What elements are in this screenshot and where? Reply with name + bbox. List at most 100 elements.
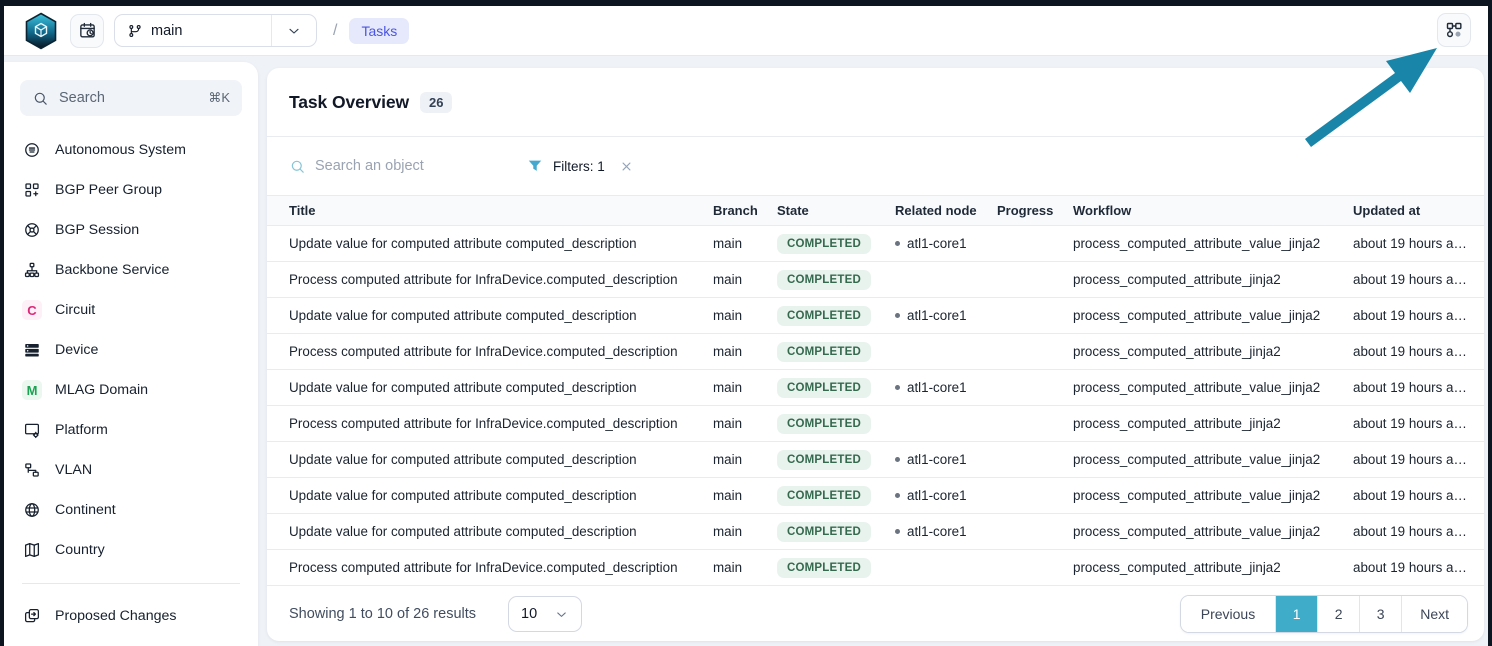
sidebar-item[interactable]: Proposed Changes: [4, 596, 258, 636]
column-header[interactable]: Workflow: [1073, 203, 1353, 218]
clear-filters-icon[interactable]: [619, 159, 634, 174]
breadcrumb-tasks[interactable]: Tasks: [349, 18, 409, 44]
vlan-icon: [22, 460, 42, 480]
task-overview-card: Task Overview 26 Filters: 1 T: [267, 68, 1484, 641]
sidebar-item[interactable]: C Circuit: [4, 290, 258, 330]
sidebar-item-label: VLAN: [55, 462, 92, 478]
cell-updated-at: about 19 hours ago: [1353, 236, 1468, 251]
sidebar-footer-menu: Proposed Changes Object Management: [4, 596, 258, 646]
status-badge: COMPLETED: [777, 414, 871, 434]
cell-title: Update value for computed attribute comp…: [289, 380, 713, 395]
autonomous-system-icon: [22, 140, 42, 160]
sidebar-item[interactable]: VLAN: [4, 450, 258, 490]
sidebar-search[interactable]: Search ⌘K: [20, 80, 242, 116]
table-row[interactable]: Update value for computed attribute comp…: [267, 370, 1484, 406]
page-button[interactable]: 2: [1317, 596, 1359, 632]
cell-title: Process computed attribute for InfraDevi…: [289, 560, 713, 575]
status-badge: COMPLETED: [777, 522, 871, 542]
table-row[interactable]: Process computed attribute for InfraDevi…: [267, 262, 1484, 298]
sidebar-item[interactable]: BGP Peer Group: [4, 170, 258, 210]
sidebar-item-label: Proposed Changes: [55, 608, 176, 624]
sidebar-item[interactable]: BGP Session: [4, 210, 258, 250]
cell-workflow: process_computed_attribute_value_jinja2: [1073, 236, 1353, 251]
branch-selector[interactable]: main: [114, 14, 317, 47]
column-header[interactable]: State: [777, 203, 895, 218]
cell-updated-at: about 19 hours ago: [1353, 452, 1468, 467]
sidebar: Search ⌘K Autonomous System BGP Peer Gro…: [4, 62, 258, 646]
window-frame: main / Tasks Search ⌘K: [0, 0, 1492, 646]
previous-button[interactable]: Previous: [1181, 596, 1275, 632]
cell-updated-at: about 19 hours ago: [1353, 344, 1468, 359]
status-badge: COMPLETED: [777, 342, 871, 362]
cell-branch: main: [713, 452, 777, 467]
table-header: TitleBranchStateRelated nodeProgressWork…: [267, 195, 1484, 226]
next-button[interactable]: Next: [1401, 596, 1467, 632]
page-size-value: 10: [521, 606, 537, 622]
cell-updated-at: about 19 hours ago: [1353, 560, 1468, 575]
search-icon: [32, 90, 49, 107]
cell-related-node: atl1-core1: [895, 236, 997, 251]
status-badge: COMPLETED: [777, 306, 871, 326]
cell-state: COMPLETED: [777, 558, 895, 578]
column-header[interactable]: Related node: [895, 203, 997, 218]
filter-group: Filters: 1: [527, 158, 634, 174]
country-icon: [22, 540, 42, 560]
sidebar-item[interactable]: Device: [4, 330, 258, 370]
sidebar-item-label: Autonomous System: [55, 142, 186, 158]
column-header[interactable]: Branch: [713, 203, 777, 218]
sidebar-item-label: Platform: [55, 422, 108, 438]
sidebar-item-label: Device: [55, 342, 98, 358]
table-row[interactable]: Process computed attribute for InfraDevi…: [267, 550, 1484, 586]
cell-related-node: atl1-core1: [895, 380, 997, 395]
sidebar-item[interactable]: Backbone Service: [4, 250, 258, 290]
cell-state: COMPLETED: [777, 234, 895, 254]
platform-icon: [22, 420, 42, 440]
cell-title: Process computed attribute for InfraDevi…: [289, 416, 713, 431]
column-header[interactable]: Updated at: [1353, 203, 1468, 218]
table-row[interactable]: Update value for computed attribute comp…: [267, 226, 1484, 262]
status-badge: COMPLETED: [777, 378, 871, 398]
infrahub-logo[interactable]: [24, 11, 60, 51]
sidebar-item-label: Continent: [55, 502, 116, 518]
branch-selector-chevron[interactable]: [271, 15, 316, 46]
page-size-select[interactable]: 10: [508, 596, 582, 632]
cell-branch: main: [713, 524, 777, 539]
cell-state: COMPLETED: [777, 342, 895, 362]
table-row[interactable]: Update value for computed attribute comp…: [267, 442, 1484, 478]
object-search[interactable]: [289, 158, 519, 175]
page-button[interactable]: 3: [1359, 596, 1401, 632]
cell-workflow: process_computed_attribute_jinja2: [1073, 416, 1353, 431]
schema-button[interactable]: [1437, 13, 1471, 47]
bgp-peer-group-icon: [22, 180, 42, 200]
infrahub-logo-icon: [24, 12, 58, 50]
table-row[interactable]: Update value for computed attribute comp…: [267, 478, 1484, 514]
cell-branch: main: [713, 488, 777, 503]
continent-icon: [22, 500, 42, 520]
table-row[interactable]: Update value for computed attribute comp…: [267, 514, 1484, 550]
cell-state: COMPLETED: [777, 378, 895, 398]
table-row[interactable]: Process computed attribute for InfraDevi…: [267, 406, 1484, 442]
sidebar-item-label: Circuit: [55, 302, 95, 318]
table-row[interactable]: Process computed attribute for InfraDevi…: [267, 334, 1484, 370]
card-header: Task Overview 26: [267, 68, 1484, 137]
column-header[interactable]: Title: [289, 203, 713, 218]
cell-state: COMPLETED: [777, 270, 895, 290]
sidebar-item[interactable]: Continent: [4, 490, 258, 530]
filters-label[interactable]: Filters: 1: [553, 159, 605, 174]
sidebar-item[interactable]: Object Management: [4, 636, 258, 646]
cell-updated-at: about 19 hours ago: [1353, 272, 1468, 287]
table-row[interactable]: Update value for computed attribute comp…: [267, 298, 1484, 334]
status-badge: COMPLETED: [777, 450, 871, 470]
table-body: Update value for computed attribute comp…: [267, 226, 1484, 586]
sidebar-search-placeholder: Search: [59, 90, 198, 106]
sidebar-item[interactable]: Country: [4, 530, 258, 570]
sidebar-item[interactable]: Platform: [4, 410, 258, 450]
column-header[interactable]: Progress: [997, 203, 1073, 218]
sidebar-item[interactable]: M MLAG Domain: [4, 370, 258, 410]
page-button[interactable]: 1: [1275, 596, 1317, 632]
cell-updated-at: about 19 hours ago: [1353, 380, 1468, 395]
funnel-icon[interactable]: [527, 158, 543, 174]
object-search-input[interactable]: [315, 158, 485, 174]
time-travel-button[interactable]: [70, 14, 104, 48]
sidebar-item[interactable]: Autonomous System: [4, 130, 258, 170]
